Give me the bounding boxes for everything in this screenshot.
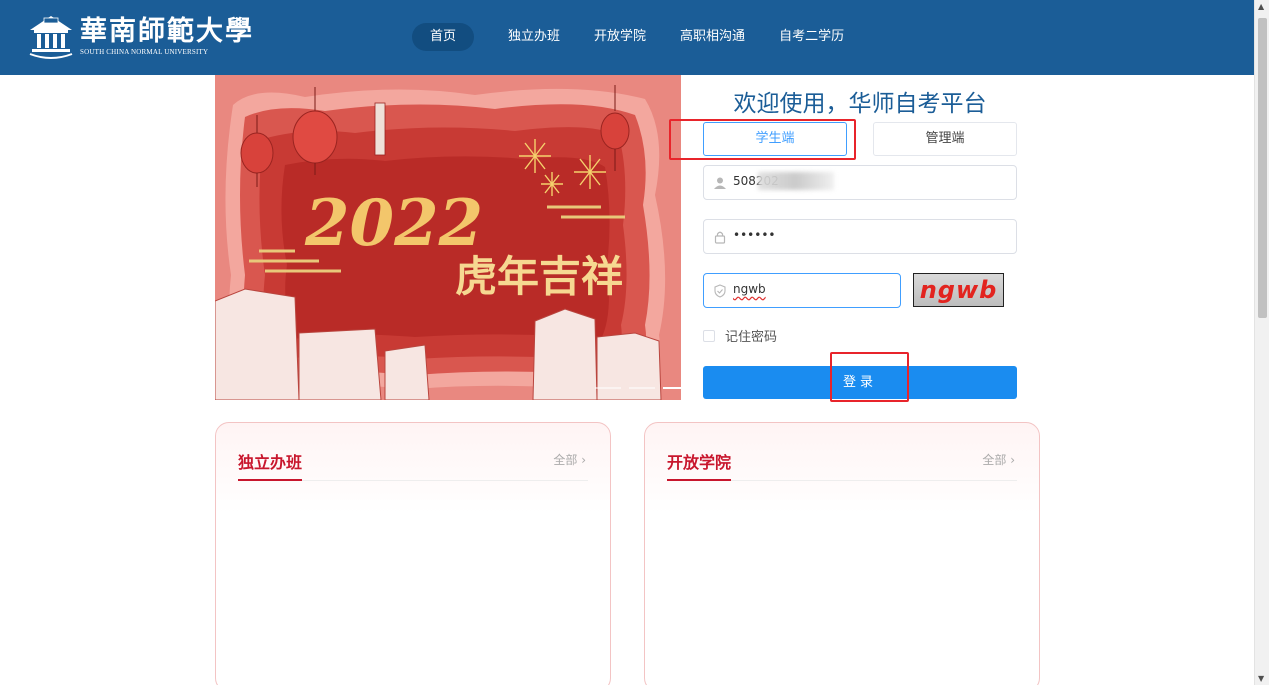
captcha-image[interactable]: ngwb xyxy=(913,273,1004,307)
nav-second-degree[interactable]: 自考二学历 xyxy=(779,23,844,51)
password-value: •••••• xyxy=(733,228,776,242)
password-field[interactable]: •••••• xyxy=(703,219,1017,254)
tab-admin[interactable]: 管理端 xyxy=(873,122,1017,156)
banner-year-text: 2022 xyxy=(304,186,483,261)
login-button[interactable]: 登录 xyxy=(703,366,1017,399)
remember-checkbox[interactable] xyxy=(703,329,715,342)
section-title-underline xyxy=(238,479,302,481)
section-more-link[interactable]: 全部 › xyxy=(553,451,586,468)
lock-icon xyxy=(714,231,726,244)
banner-pagination xyxy=(595,387,681,389)
captcha-value: ngwb xyxy=(733,282,766,296)
banner-dot[interactable] xyxy=(629,387,655,389)
captcha-image-text: ngwb xyxy=(919,276,998,304)
university-logo[interactable]: 華南師範大學 SOUTH CHINA NORMAL UNIVERSITY xyxy=(28,12,254,60)
banner-illustration: 2022 虎年吉祥 xyxy=(215,75,681,400)
shield-check-icon xyxy=(714,284,726,298)
tab-student[interactable]: 学生端 xyxy=(703,122,847,156)
page: 華南師範大學 SOUTH CHINA NORMAL UNIVERSITY 首页 … xyxy=(0,0,1269,685)
banner-dot-active[interactable] xyxy=(663,387,681,389)
logo-english-name: SOUTH CHINA NORMAL UNIVERSITY xyxy=(80,47,209,56)
section-title: 独立办班 xyxy=(238,453,303,472)
page-scrollbar[interactable]: ▲ ▼ xyxy=(1254,0,1269,685)
scroll-up-icon[interactable]: ▲ xyxy=(1258,2,1264,11)
section-independent-class: 独立办班 全部 › xyxy=(215,422,611,685)
username-redaction xyxy=(758,172,834,190)
remember-password[interactable]: 记住密码 xyxy=(703,326,777,345)
username-field[interactable]: 508202 xyxy=(703,165,1017,200)
section-title: 开放学院 xyxy=(667,453,732,472)
section-title-underline xyxy=(667,479,731,481)
scroll-down-icon[interactable]: ▼ xyxy=(1258,674,1264,683)
top-header: 華南師範大學 SOUTH CHINA NORMAL UNIVERSITY 首页 … xyxy=(0,0,1254,75)
university-emblem-icon xyxy=(29,16,73,59)
new-year-banner[interactable]: 2022 虎年吉祥 xyxy=(215,75,681,400)
remember-label: 记住密码 xyxy=(725,330,778,345)
nav-independent-class[interactable]: 独立办班 xyxy=(508,23,560,51)
captcha-field[interactable]: ngwb xyxy=(703,273,901,308)
banner-blessing-text: 虎年吉祥 xyxy=(455,252,623,301)
scroll-thumb[interactable] xyxy=(1258,18,1267,318)
logo-chinese-name: 華南師範大學 xyxy=(80,15,254,47)
banner-dot[interactable] xyxy=(595,387,621,389)
nav-home[interactable]: 首页 xyxy=(412,23,475,51)
section-more-link[interactable]: 全部 › xyxy=(982,451,1015,468)
login-title: 欢迎使用，华师自考平台 xyxy=(733,91,987,117)
section-open-college: 开放学院 全部 › xyxy=(644,422,1040,685)
nav-open-college[interactable]: 开放学院 xyxy=(594,23,646,51)
nav-vocational-link[interactable]: 高职相沟通 xyxy=(680,23,745,51)
main-nav: 首页 独立办班 开放学院 高职相沟通 自考二学历 xyxy=(412,23,878,51)
user-icon xyxy=(714,177,726,189)
